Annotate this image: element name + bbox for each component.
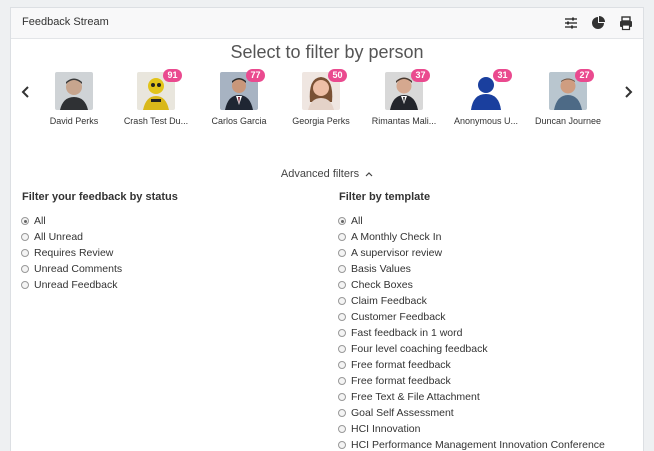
template-option[interactable]: Free Text & File Attachment [338, 389, 605, 405]
template-option[interactable]: HCI Performance Management Innovation Co… [338, 437, 605, 451]
chevron-right-icon[interactable] [622, 85, 634, 99]
radio-label: Unread Feedback [34, 279, 118, 291]
template-option[interactable]: Free format feedback [338, 357, 605, 373]
person-duncan-journee[interactable]: 27 Duncan Journee [523, 69, 613, 126]
panel-title: Feedback Stream [22, 16, 109, 28]
feedback-count-badge: 27 [575, 69, 594, 82]
status-option-unread-comments[interactable]: Unread Comments [21, 261, 122, 277]
radio-label: Basis Values [351, 263, 411, 275]
radio-button[interactable] [21, 249, 29, 257]
radio-label: All [34, 215, 46, 227]
radio-button[interactable] [338, 313, 346, 321]
status-option-requires-review[interactable]: Requires Review [21, 245, 122, 261]
person-anonymous-user[interactable]: 31 Anonymous U... [441, 69, 531, 126]
radio-label: All Unread [34, 231, 84, 243]
radio-label: A supervisor review [351, 247, 443, 259]
template-option[interactable]: Four level coaching feedback [338, 341, 605, 357]
person-name: Rimantas Mali... [371, 116, 437, 126]
person-georgia-perks[interactable]: 50 Georgia Perks [276, 69, 366, 126]
panel-header: Feedback Stream [11, 8, 643, 39]
radio-button[interactable] [21, 281, 29, 289]
status-option-unread-feedback[interactable]: Unread Feedback [21, 277, 122, 293]
radio-label: Requires Review [34, 247, 114, 259]
radio-button[interactable] [338, 393, 346, 401]
person-name: Georgia Perks [292, 116, 350, 126]
radio-label: Unread Comments [34, 263, 123, 275]
person-name: Carlos Garcia [211, 116, 267, 126]
feedback-count-badge: 37 [411, 69, 430, 82]
radio-button[interactable] [21, 233, 29, 241]
radio-label: Claim Feedback [351, 295, 427, 307]
template-option[interactable]: A supervisor review [338, 245, 605, 261]
person-name: Crash Test Du... [123, 116, 189, 126]
radio-label: A Monthly Check In [351, 231, 442, 243]
person-name: Anonymous U... [453, 116, 519, 126]
radio-label: HCI Performance Management Innovation Co… [351, 439, 605, 451]
template-option[interactable]: HCI Innovation [338, 421, 605, 437]
template-option[interactable]: Goal Self Assessment [338, 405, 605, 421]
chevron-up-icon [365, 169, 373, 179]
filter-sliders-icon[interactable] [563, 15, 579, 31]
template-filter-title: Filter by template [339, 191, 431, 203]
status-filter-title: Filter your feedback by status [22, 191, 178, 203]
radio-button[interactable] [338, 377, 346, 385]
radio-button[interactable] [338, 265, 346, 273]
radio-label: Customer Feedback [351, 311, 446, 323]
person-name: Duncan Journee [534, 116, 602, 126]
radio-label: HCI Innovation [351, 423, 421, 435]
person-filter-heading: Select to filter by person [230, 42, 424, 62]
template-option[interactable]: Claim Feedback [338, 293, 605, 309]
radio-label: All [351, 215, 363, 227]
person-carlos-garcia[interactable]: 77 Carlos Garcia [194, 69, 284, 126]
person-david-perks[interactable]: David Perks [29, 72, 119, 126]
template-option[interactable]: Check Boxes [338, 277, 605, 293]
radio-button[interactable] [338, 329, 346, 337]
template-option[interactable]: All [338, 213, 605, 229]
radio-button[interactable] [338, 345, 346, 353]
feedback-count-badge: 91 [163, 69, 182, 82]
status-option-all-unread[interactable]: All Unread [21, 229, 122, 245]
radio-button[interactable] [338, 361, 346, 369]
radio-label: Fast feedback in 1 word [351, 327, 463, 339]
template-filter-options: All A Monthly Check In A supervisor revi… [338, 213, 605, 451]
radio-button[interactable] [338, 425, 346, 433]
pie-chart-icon[interactable] [590, 15, 606, 31]
advanced-filters-label: Advanced filters [280, 168, 360, 180]
template-option[interactable]: A Monthly Check In [338, 229, 605, 245]
print-icon[interactable] [618, 15, 634, 31]
feedback-count-badge: 50 [328, 69, 347, 82]
template-option[interactable]: Customer Feedback [338, 309, 605, 325]
radio-button[interactable] [338, 441, 346, 449]
radio-label: Goal Self Assessment [351, 407, 454, 419]
radio-button[interactable] [21, 265, 29, 273]
status-option-all[interactable]: All [21, 213, 122, 229]
template-option[interactable]: Fast feedback in 1 word [338, 325, 605, 341]
radio-button[interactable] [338, 409, 346, 417]
radio-label: Check Boxes [351, 279, 413, 291]
feedback-count-badge: 77 [246, 69, 265, 82]
feedback-count-badge: 31 [493, 69, 512, 82]
status-filter-options: All All Unread Requires Review Unread Co… [21, 213, 122, 293]
radio-label: Free format feedback [351, 359, 451, 371]
radio-button[interactable] [338, 281, 346, 289]
radio-button[interactable] [338, 217, 346, 225]
template-option[interactable]: Basis Values [338, 261, 605, 277]
person-rimantas[interactable]: 37 Rimantas Mali... [359, 69, 449, 126]
person-name: David Perks [49, 116, 99, 126]
radio-button[interactable] [338, 249, 346, 257]
radio-button[interactable] [21, 217, 29, 225]
advanced-filters-toggle[interactable]: Advanced filters [0, 168, 654, 180]
radio-label: Four level coaching feedback [351, 343, 488, 355]
radio-label: Free format feedback [351, 375, 451, 387]
photo-avatar-icon [55, 72, 93, 110]
radio-label: Free Text & File Attachment [351, 391, 480, 403]
person-crash-test-dummy[interactable]: 91 Crash Test Du... [111, 69, 201, 126]
radio-button[interactable] [338, 233, 346, 241]
template-option[interactable]: Free format feedback [338, 373, 605, 389]
radio-button[interactable] [338, 297, 346, 305]
